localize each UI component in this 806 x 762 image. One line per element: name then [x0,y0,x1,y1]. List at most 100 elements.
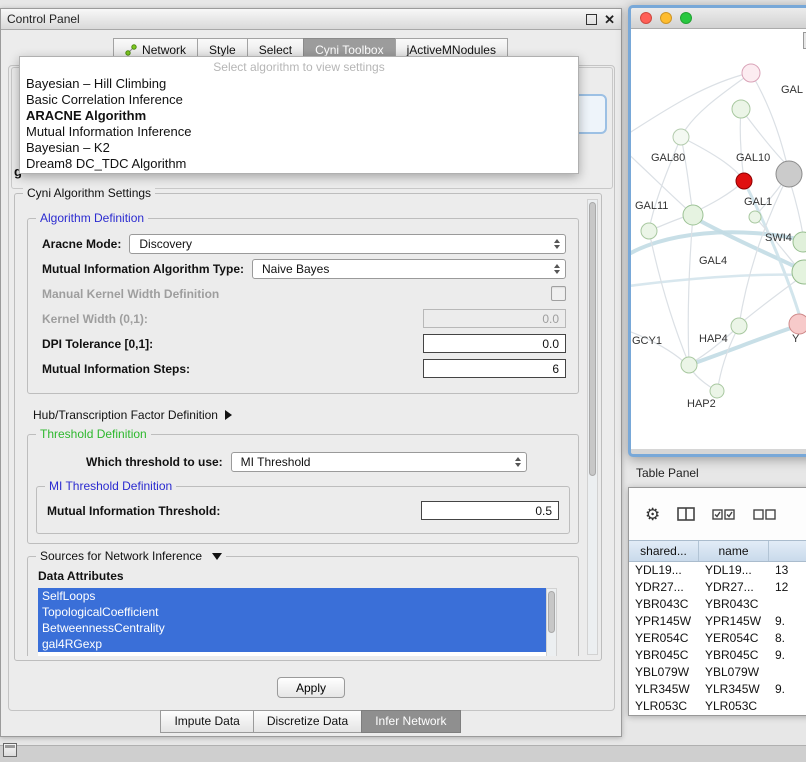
stepper-arrows-icon [554,239,560,249]
cell: YPR145W [629,613,699,630]
cell: YBR045C [699,647,769,664]
restore-panel-icon[interactable] [3,743,17,757]
list-item-betweennesscentrality[interactable]: BetweennessCentrality [38,620,546,636]
network-node[interactable] [732,100,750,118]
node-label-gal10: GAL10 [736,152,770,164]
network-window-titlebar[interactable] [631,8,806,29]
node-label-swi4: SWI4 [765,232,792,244]
node-label-gal1: GAL1 [744,196,772,208]
node-label-gcy1: GCY1 [632,335,662,347]
mi-threshold-definition-title: MI Threshold Definition [45,479,176,493]
table-row[interactable]: YER054C YER054C 8. [629,630,806,647]
cell: YBR043C [629,596,699,613]
cell: YDL19... [699,562,769,579]
cell [769,664,806,681]
network-node[interactable] [641,223,657,239]
settings-scrollbar[interactable] [587,199,598,655]
control-panel-titlebar[interactable]: Control Panel ✕ [1,9,621,30]
list-item-gal4rgexp[interactable]: gal4RGexp [38,636,546,652]
show-columns-icon[interactable] [677,507,695,521]
scrollbar-thumb[interactable] [589,202,596,476]
threshold-type-select[interactable]: MI Threshold [231,452,527,472]
aracne-mode-label: Aracne Mode: [42,237,121,251]
network-node-gray[interactable] [776,161,802,187]
mi-threshold-label: Mutual Information Threshold: [47,504,220,518]
apply-button[interactable]: Apply [277,677,345,698]
data-attributes-list-row: SelfLoops TopologicalCoefficient Between… [28,588,578,656]
popup-item-mutual-information[interactable]: Mutual Information Inference [20,124,578,140]
mi-steps-row: Mutual Information Steps: 6 [28,356,578,381]
popup-item-bayesian-k2[interactable]: Bayesian – K2 [20,140,578,156]
list-item-topologicalcoefficient[interactable]: TopologicalCoefficient [38,604,546,620]
mi-steps-value: 6 [552,362,559,376]
mi-algorithm-type-select[interactable]: Naive Bayes [252,259,566,279]
popup-item-basic-correlation[interactable]: Basic Correlation Inference [20,92,578,108]
node-gal10-selected-red[interactable] [736,173,752,189]
popup-item-bayesian-hill-climbing[interactable]: Bayesian – Hill Climbing [20,76,578,92]
close-traffic-light-icon[interactable] [640,12,652,24]
cell: YBR043C [699,596,769,613]
table-row[interactable]: YLR345W YLR345W 9. [629,681,806,698]
node-gal80[interactable] [673,129,689,145]
mi-steps-input[interactable]: 6 [423,359,566,378]
table-row[interactable]: YLR053C YLR053C [629,698,806,715]
cell: YLR053C [699,698,769,715]
minimize-traffic-light-icon[interactable] [660,12,672,24]
column-header-shared-name[interactable]: shared... [629,541,699,561]
table-row[interactable]: YBL079W YBL079W [629,664,806,681]
deselect-all-checkboxes-icon[interactable] [753,508,777,520]
table-row[interactable]: YDR27... YDR27... 12 [629,579,806,596]
kernel-width-label: Kernel Width (0,1): [42,312,148,326]
table-row[interactable]: YBR043C YBR043C [629,596,806,613]
expand-right-icon [225,410,232,420]
which-threshold-label: Which threshold to use: [86,455,223,469]
column-header-clipped[interactable] [769,541,806,561]
hub-definition-expander[interactable]: Hub/Transcription Factor Definition [33,406,579,424]
mi-threshold-value: 0.5 [535,504,552,518]
table-row[interactable]: YPR145W YPR145W 9. [629,613,806,630]
table-settings-gear-icon[interactable]: ⚙ [645,506,660,523]
scrollbar-thumb[interactable] [548,591,555,633]
kernel-width-value: 0.0 [542,312,559,326]
tab-discretize-data[interactable]: Discretize Data [253,710,362,733]
tab-infer-network[interactable]: Infer Network [361,710,460,733]
table-row[interactable]: YDL19... YDL19... 13 [629,562,806,579]
aracne-mode-select[interactable]: Discovery [129,234,566,254]
cell: 12 [769,579,806,596]
manual-kernel-checkbox[interactable] [551,286,566,301]
dpi-tolerance-input[interactable]: 0.0 [423,334,566,353]
mi-threshold-input[interactable]: 0.5 [421,501,559,520]
sources-title[interactable]: Sources for Network Inference [36,549,226,563]
select-all-checkboxes-icon[interactable] [712,508,736,520]
dpi-tolerance-value: 0.0 [542,337,559,351]
node-gcy1[interactable] [681,357,697,373]
node-label-gal-clipped: GAL [781,84,803,96]
node-gal1[interactable] [749,211,761,223]
attributes-list-scrollbar[interactable] [546,588,557,656]
table-row[interactable]: YBR045C YBR045C 9. [629,647,806,664]
tab-impute-data[interactable]: Impute Data [160,710,253,733]
float-window-icon[interactable] [586,14,597,25]
node-label-hap2: HAP2 [687,398,716,410]
list-item-selfloops[interactable]: SelfLoops [38,588,546,604]
close-icon[interactable]: ✕ [604,13,615,26]
node-label-gal11: GAL11 [635,200,668,212]
node-gal11[interactable] [683,205,703,225]
node-hap2[interactable] [710,384,724,398]
cell: YPR145W [699,613,769,630]
node-swi4[interactable] [793,232,806,252]
node-hap4[interactable] [731,318,747,334]
collapse-down-icon [212,553,222,560]
aracne-mode-row: Aracne Mode: Discovery [28,231,578,256]
mi-type-row: Mutual Information Algorithm Type: Naive… [28,256,578,281]
stepper-arrows-icon [554,264,560,274]
network-tab-icon [125,44,137,56]
zoom-traffic-light-icon[interactable] [680,12,692,24]
cell: YLR345W [629,681,699,698]
network-node-pink[interactable] [742,64,760,82]
column-header-name[interactable]: name [699,541,769,561]
network-canvas[interactable]: GAL GAL80 GAL10 GAL11 GAL1 SWI4 GAL4 GCY… [631,29,806,449]
popup-item-dream8[interactable]: Dream8 DC_TDC Algorithm [20,156,578,172]
network-node-salmon[interactable] [789,314,806,334]
popup-item-aracne[interactable]: ARACNE Algorithm [20,108,578,124]
